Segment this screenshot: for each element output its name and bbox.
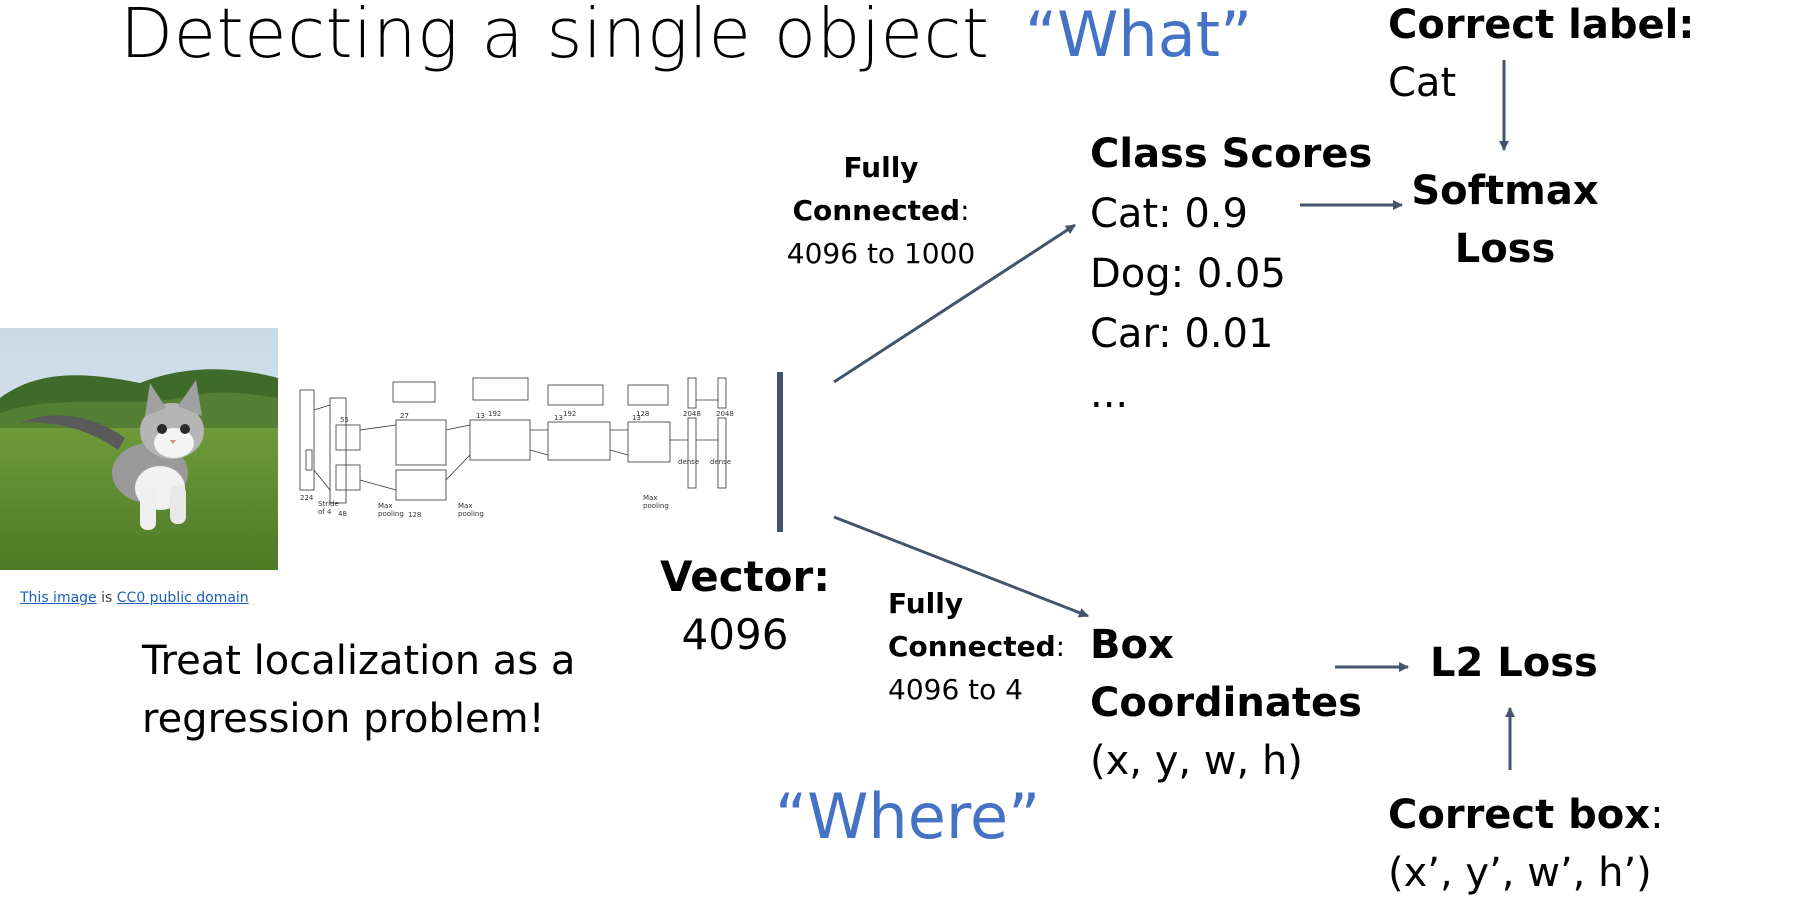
svg-text:192: 192 [488,410,501,418]
score-cat: Cat: 0.9 [1090,191,1248,237]
box-coordinates-value: (x, y, w, h) [1090,738,1303,784]
note-line-1: Treat localization as a [142,638,576,684]
correct-box: Correct box: (x’, y’, w’, h’) [1388,786,1664,902]
box-coordinates-line-1: Box [1090,622,1174,668]
svg-text:2048: 2048 [683,410,701,418]
svg-text:Max: Max [458,502,472,510]
class-scores-title: Class Scores [1090,131,1373,177]
correct-label-value: Cat [1388,60,1457,106]
svg-text:Stride: Stride [318,500,339,508]
fc-bottom-line-1: Fully [888,587,964,620]
image-credit-text: is [96,590,117,606]
svg-text:pooling: pooling [378,510,404,518]
svg-text:224: 224 [300,494,314,502]
correct-box-colon: : [1650,792,1664,838]
fc-top-line-3: 4096 to 1000 [786,237,976,270]
svg-text:128: 128 [408,511,421,519]
fc-top-line-2: Connected [792,194,961,227]
svg-text:Max: Max [378,502,392,510]
svg-text:13: 13 [632,414,641,422]
vector-title: Vector: [660,552,831,601]
fc-top-line-1: Fully [843,151,919,184]
svg-text:27: 27 [400,412,409,420]
fc-top-label: Fully Connected: 4096 to 1000 [786,146,976,275]
score-car: Car: 0.01 [1090,311,1274,357]
note-text: Treat localization as a regression probl… [142,632,575,748]
svg-text:dense: dense [678,458,699,466]
softmax-loss-line-1: Softmax [1411,168,1599,214]
fc-bottom-label: Fully Connected: 4096 to 4 [888,582,1065,711]
correct-label: Correct label: Cat [1388,0,1694,112]
fc-top-colon: : [960,194,970,227]
correct-box-value: (x’, y’, w’, h’) [1388,850,1652,896]
license-link[interactable]: CC0 public domain [117,590,249,606]
softmax-loss: Softmax Loss [1410,162,1600,278]
svg-text:48: 48 [338,510,347,518]
fc-bottom-colon: : [1055,630,1066,663]
score-dog: Dog: 0.05 [1090,251,1286,297]
softmax-loss-line-2: Loss [1454,226,1556,272]
box-coordinates-line-2: Coordinates [1090,680,1362,726]
network-architecture-diagram: 48 128 192 192 128 2048 2048 224 55 27 1… [298,370,748,520]
note-line-2: regression problem! [142,696,545,742]
class-scores: Class Scores Cat: 0.9 Dog: 0.05 Car: 0.0… [1090,124,1372,424]
vector-label: Vector: 4096 [660,548,831,664]
svg-text:55: 55 [340,416,349,424]
svg-text:13: 13 [476,412,485,420]
svg-text:192: 192 [563,410,576,418]
svg-text:of 4: of 4 [318,508,332,516]
l2-loss: L2 Loss [1430,640,1598,686]
svg-text:pooling: pooling [458,510,484,518]
svg-text:2048: 2048 [716,410,734,418]
svg-text:13: 13 [554,414,563,422]
image-credit-link[interactable]: This image [20,590,97,606]
score-ellipsis: ... [1090,371,1129,417]
svg-text:pooling: pooling [643,502,669,510]
correct-label-title: Correct label: [1388,2,1695,48]
box-coordinates: Box Coordinates (x, y, w, h) [1090,616,1362,790]
svg-text:dense: dense [710,458,731,466]
vector-size: 4096 [681,610,789,659]
cat-photo [0,328,278,570]
fc-bottom-line-3: 4096 to 4 [888,673,1023,706]
svg-text:Max: Max [643,494,657,502]
correct-box-title: Correct box [1388,792,1651,838]
fc-bottom-line-2: Connected [888,630,1056,663]
image-credit: This image is CC0 public domain [20,590,249,606]
